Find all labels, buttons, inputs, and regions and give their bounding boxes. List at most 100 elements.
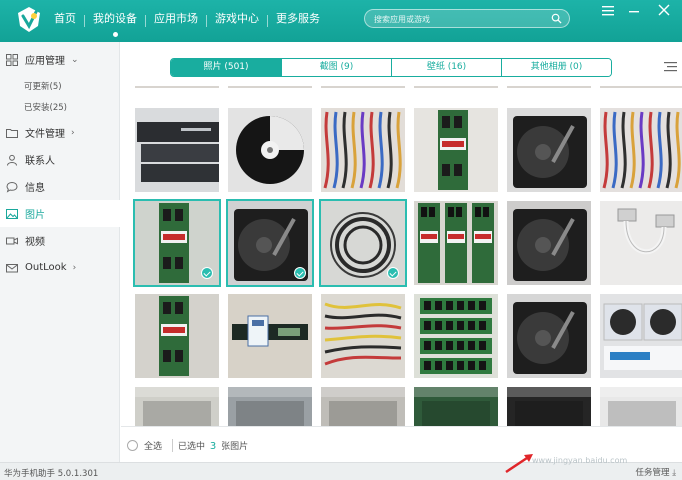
photo-image (135, 387, 219, 426)
nav-more-services[interactable]: 更多服务 (268, 0, 328, 42)
sidebar-item-label: 视频 (25, 237, 45, 248)
photo-image (321, 108, 405, 192)
photo-thumbnail[interactable] (321, 86, 405, 88)
photo-thumbnail[interactable] (319, 199, 407, 287)
sidebar-item-label: 文件管理 (25, 129, 65, 140)
checkbox-circle-icon (127, 440, 138, 451)
photo-image (507, 201, 591, 285)
top-bar: 首页 我的设备 应用市场 游戏中心 更多服务 (0, 0, 682, 42)
tab-other-albums[interactable]: 其他相册 (0) (501, 59, 611, 76)
folder-icon (6, 128, 18, 138)
photo-thumbnail[interactable] (414, 294, 498, 378)
mail-icon (6, 263, 18, 272)
photo-thumbnail[interactable] (600, 108, 682, 192)
sidebar-item-updatable[interactable]: 可更新(5) (24, 80, 62, 92)
photo-image (228, 108, 312, 192)
chevron-right-icon: › (72, 262, 77, 273)
nav-app-market[interactable]: 应用市场 (146, 0, 206, 42)
sidebar-item-app-management[interactable]: 应用管理 ⌄ (0, 46, 120, 73)
nav-game-center[interactable]: 游戏中心 (207, 0, 267, 42)
menu-icon[interactable] (596, 0, 620, 22)
nav-home[interactable]: 首页 (46, 0, 84, 42)
photo-thumbnail[interactable] (226, 199, 314, 287)
photo-thumbnail[interactable] (600, 387, 682, 426)
photo-thumbnail[interactable] (414, 108, 498, 192)
photo-image (414, 86, 498, 88)
photo-thumbnail[interactable] (228, 86, 312, 88)
photo-thumbnail[interactable] (507, 201, 591, 285)
app-logo-icon (18, 7, 40, 32)
sidebar-item-installed[interactable]: 已安装(25) (24, 101, 67, 113)
photo-image (414, 108, 498, 192)
photo-image (228, 387, 312, 426)
photo-image (600, 86, 682, 88)
search-icon[interactable] (551, 13, 562, 24)
photo-thumbnail[interactable] (228, 387, 312, 426)
photo-thumbnail[interactable] (135, 387, 219, 426)
photo-image (414, 294, 498, 378)
search-box (364, 9, 570, 28)
person-icon (7, 154, 17, 166)
sidebar-item-outlook[interactable]: OutLook › (0, 254, 120, 281)
photo-thumbnail[interactable] (414, 86, 498, 88)
photo-grid (121, 86, 682, 426)
sidebar-item-file-management[interactable]: 文件管理 › (0, 119, 120, 146)
photo-image (507, 86, 591, 88)
grid-icon (6, 53, 18, 66)
photo-thumbnail[interactable] (321, 387, 405, 426)
photo-thumbnail[interactable] (321, 108, 405, 192)
sidebar-item-contacts[interactable]: 联系人 (0, 146, 120, 173)
photo-thumbnail[interactable] (507, 387, 591, 426)
photo-image (135, 294, 219, 378)
photo-thumbnail[interactable] (228, 108, 312, 192)
select-all-checkbox[interactable]: 全选 (127, 439, 162, 452)
sidebar-item-messages[interactable]: 信息 (0, 173, 120, 200)
check-icon (201, 267, 213, 279)
check-icon (387, 267, 399, 279)
photo-image (321, 86, 405, 88)
sidebar-item-label: 应用管理 (25, 56, 65, 67)
sidebar-item-label: 信息 (25, 183, 45, 194)
photo-thumbnail[interactable] (414, 201, 498, 285)
photo-thumbnail[interactable] (507, 86, 591, 88)
sidebar-item-videos[interactable]: 视频 (0, 227, 120, 254)
photo-image (507, 387, 591, 426)
photo-image (135, 86, 219, 88)
chat-bubble-icon (6, 181, 18, 193)
photo-thumbnail[interactable] (414, 387, 498, 426)
sidebar-item-photos[interactable]: 图片 (0, 200, 120, 227)
photo-image (600, 387, 682, 426)
tab-photos[interactable]: 照片 (501) (171, 59, 281, 76)
photo-thumbnail[interactable] (321, 294, 405, 378)
photo-image (414, 201, 498, 285)
photo-thumbnail[interactable] (507, 294, 591, 378)
photo-thumbnail[interactable] (135, 86, 219, 88)
video-camera-icon (6, 237, 18, 244)
photo-thumbnail[interactable] (135, 294, 219, 378)
task-manager-button[interactable]: 任务管理 ⤓ (636, 466, 676, 478)
photo-image (600, 201, 682, 285)
photo-thumbnail[interactable] (135, 108, 219, 192)
photo-thumbnail[interactable] (507, 108, 591, 192)
minimize-icon[interactable] (622, 0, 646, 22)
photo-thumbnail[interactable] (133, 199, 221, 287)
watermark: www.jingyan.baidu.com (532, 456, 628, 465)
selection-status: 已选中 3 张图片 (172, 439, 248, 452)
nav-my-device[interactable]: 我的设备 (85, 0, 145, 42)
tab-screenshots[interactable]: 截图 (9) (281, 59, 391, 76)
chevron-right-icon: › (71, 127, 75, 138)
photo-thumbnail[interactable] (228, 294, 312, 378)
photo-thumbnail[interactable] (600, 86, 682, 88)
search-input[interactable] (374, 11, 544, 27)
photo-thumbnail[interactable] (600, 294, 682, 378)
photo-image (321, 294, 405, 378)
close-icon[interactable] (652, 0, 676, 22)
list-view-icon[interactable] (664, 61, 677, 73)
photo-thumbnail[interactable] (600, 201, 682, 285)
photo-image (600, 108, 682, 192)
main-nav: 首页 我的设备 应用市场 游戏中心 更多服务 (46, 0, 328, 42)
sidebar-item-label: 图片 (25, 210, 45, 221)
check-icon (294, 267, 306, 279)
photo-image (600, 294, 682, 378)
tab-wallpapers[interactable]: 壁纸 (16) (391, 59, 501, 76)
